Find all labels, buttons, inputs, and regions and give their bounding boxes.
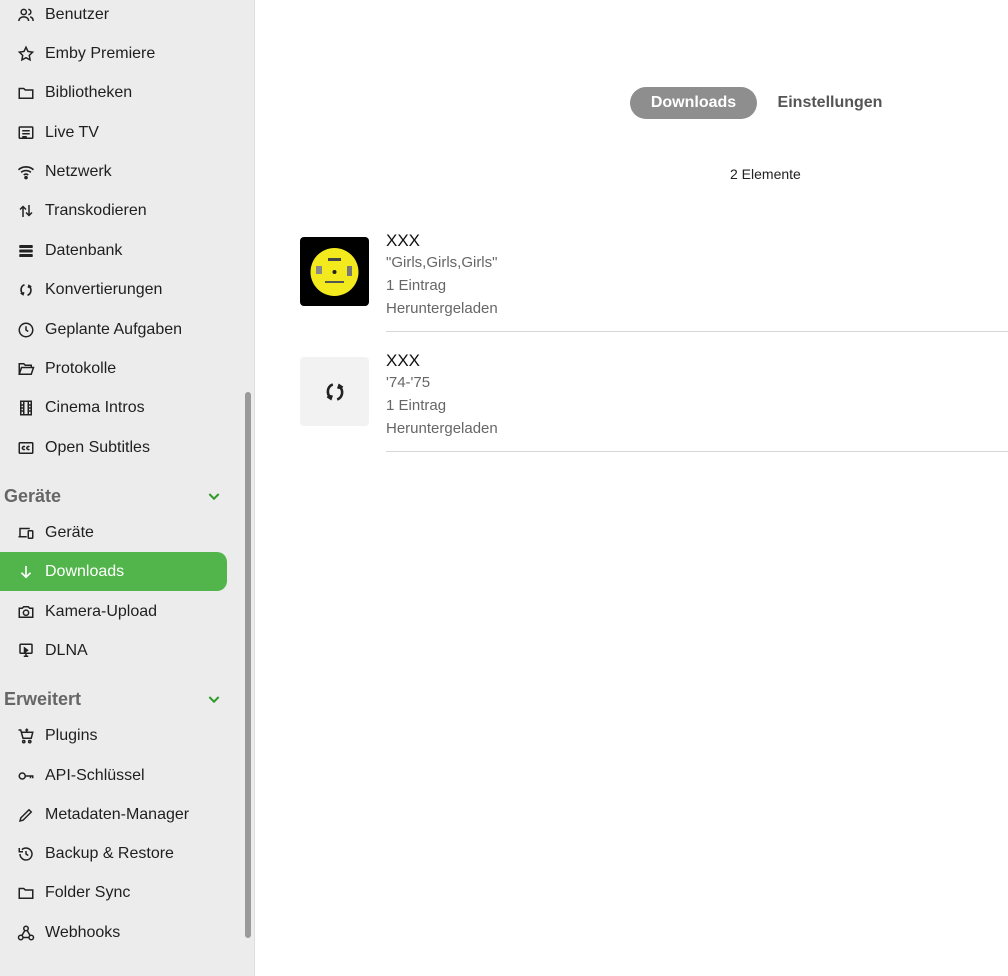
sidebar-item-label: Plugins xyxy=(45,726,98,744)
row-divider xyxy=(386,451,1008,452)
sidebar-item-label: Open Subtitles xyxy=(45,438,150,456)
database-icon xyxy=(17,242,35,260)
transcode-icon xyxy=(17,202,35,220)
sidebar-item-label: Netzwerk xyxy=(45,162,112,180)
sidebar-item-downloads[interactable]: Downloads xyxy=(0,552,227,591)
sidebar-item-konvertierungen[interactable]: Konvertierungen xyxy=(0,270,227,309)
sidebar-item-open-subtitles[interactable]: Open Subtitles xyxy=(0,428,227,467)
sidebar-item-label: Protokolle xyxy=(45,359,117,377)
star-icon xyxy=(17,45,35,63)
key-icon xyxy=(17,767,35,785)
sidebar-item-label: Metadaten-Manager xyxy=(45,805,190,823)
sidebar-item-geraete[interactable]: Geräte xyxy=(0,513,227,552)
sidebar-item-cinema-intros[interactable]: Cinema Intros xyxy=(0,388,227,427)
camera-icon xyxy=(17,603,35,621)
sidebar-item-label: API-Schlüssel xyxy=(45,766,145,784)
main-content: Downloads Einstellungen 2 Elemente XXX "… xyxy=(255,0,1008,976)
devices-icon xyxy=(17,524,35,542)
section-title: Geräte xyxy=(4,485,62,506)
sidebar-item-geplante-aufgaben[interactable]: Geplante Aufgaben xyxy=(0,310,227,349)
sidebar-item-label: Webhooks xyxy=(45,923,121,941)
sidebar-item-webhooks[interactable]: Webhooks xyxy=(0,913,227,952)
sidebar-item-label: Downloads xyxy=(45,562,125,580)
sidebar-item-emby-premiere[interactable]: Emby Premiere xyxy=(0,34,227,73)
sidebar-item-label: Bibliotheken xyxy=(45,83,133,101)
restore-icon xyxy=(17,845,35,863)
tab-label: Downloads xyxy=(650,94,737,111)
cast-icon xyxy=(17,642,35,660)
arrow-down-icon xyxy=(17,563,35,581)
sidebar-item-netzwerk[interactable]: Netzwerk xyxy=(0,152,227,191)
sidebar-item-transkodieren[interactable]: Transkodieren xyxy=(0,191,227,230)
cart-icon xyxy=(17,727,35,745)
folder-icon xyxy=(17,884,35,902)
sidebar-item-benutzer[interactable]: Benutzer xyxy=(0,0,227,34)
webhook-icon xyxy=(17,924,35,942)
list-item[interactable]: XXX '74-'75 1 Eintrag Heruntergeladen xyxy=(300,342,1008,452)
sidebar-item-label: Transkodieren xyxy=(45,201,147,219)
sidebar-item-label: Live TV xyxy=(45,123,99,141)
item-subtitle: '74-'75 xyxy=(386,374,431,391)
sidebar-item-protokolle[interactable]: Protokolle xyxy=(0,349,227,388)
sidebar-item-live-tv[interactable]: Live TV xyxy=(0,113,227,152)
row-divider xyxy=(386,331,1008,332)
section-header-erweitert[interactable]: Erweitert xyxy=(4,684,226,714)
sidebar-item-label: Geplante Aufgaben xyxy=(45,320,183,338)
guide-icon xyxy=(17,124,35,142)
wifi-icon xyxy=(17,163,35,181)
item-count-label: 1 Eintrag xyxy=(386,397,447,414)
item-title[interactable]: XXX xyxy=(386,351,498,374)
closed-caption-icon xyxy=(17,439,35,457)
sync-icon xyxy=(17,281,35,299)
chevron-down-icon xyxy=(208,696,220,704)
item-status: Heruntergeladen xyxy=(386,300,498,317)
sidebar-item-metadaten-manager[interactable]: Metadaten-Manager xyxy=(0,795,227,834)
list-item[interactable]: XXX "Girls,Girls,Girls" 1 Eintrag Herunt… xyxy=(300,222,1008,332)
sidebar-item-backup-restore[interactable]: Backup & Restore xyxy=(0,834,227,873)
sidebar: Benutzer Emby Premiere Bibliotheken Live… xyxy=(0,0,255,976)
item-thumbnail[interactable] xyxy=(300,237,369,306)
sidebar-item-label: Cinema Intros xyxy=(45,398,145,416)
item-thumbnail[interactable] xyxy=(300,357,369,426)
sidebar-item-label: Backup & Restore xyxy=(45,844,174,862)
sidebar-item-plugins[interactable]: Plugins xyxy=(0,716,227,755)
sidebar-item-label: Geräte xyxy=(45,523,94,541)
pencil-icon xyxy=(17,806,35,824)
tab-label: Einstellungen xyxy=(777,94,883,111)
tab-einstellungen[interactable]: Einstellungen xyxy=(767,87,893,119)
film-icon xyxy=(17,399,35,417)
users-icon xyxy=(17,6,35,24)
sidebar-item-kamera-upload[interactable]: Kamera-Upload xyxy=(0,592,227,631)
folder-icon xyxy=(17,84,35,102)
item-count-label: 1 Eintrag xyxy=(386,277,447,294)
sidebar-item-label: DLNA xyxy=(45,641,88,659)
section-title: Erweitert xyxy=(4,688,82,709)
sidebar-item-label: Kamera-Upload xyxy=(45,602,158,620)
sidebar-item-dlna[interactable]: DLNA xyxy=(0,631,227,670)
sidebar-item-label: Emby Premiere xyxy=(45,44,156,62)
clock-icon xyxy=(17,321,35,339)
sidebar-item-folder-sync[interactable]: Folder Sync xyxy=(0,873,227,912)
sidebar-item-datenbank[interactable]: Datenbank xyxy=(0,231,227,270)
tab-downloads[interactable]: Downloads xyxy=(630,87,757,119)
sidebar-item-bibliotheken[interactable]: Bibliotheken xyxy=(0,73,227,112)
sidebar-item-api-schluessel[interactable]: API-Schlüssel xyxy=(0,756,227,795)
item-count: 2 Elemente xyxy=(730,166,801,182)
section-header-geraete[interactable]: Geräte xyxy=(4,481,226,511)
vinyl-record-image xyxy=(300,246,369,298)
sidebar-scrollbar[interactable] xyxy=(245,392,251,938)
sync-icon xyxy=(326,382,343,401)
sidebar-item-label: Konvertierungen xyxy=(45,280,163,298)
sidebar-item-label: Folder Sync xyxy=(45,883,131,901)
sidebar-item-label: Benutzer xyxy=(45,5,110,23)
chevron-down-icon xyxy=(208,493,220,501)
sidebar-item-label: Datenbank xyxy=(45,241,123,259)
item-subtitle: "Girls,Girls,Girls" xyxy=(386,254,498,271)
item-status: Heruntergeladen xyxy=(386,420,498,437)
folder-open-icon xyxy=(17,360,35,378)
item-title[interactable]: XXX xyxy=(386,231,498,254)
